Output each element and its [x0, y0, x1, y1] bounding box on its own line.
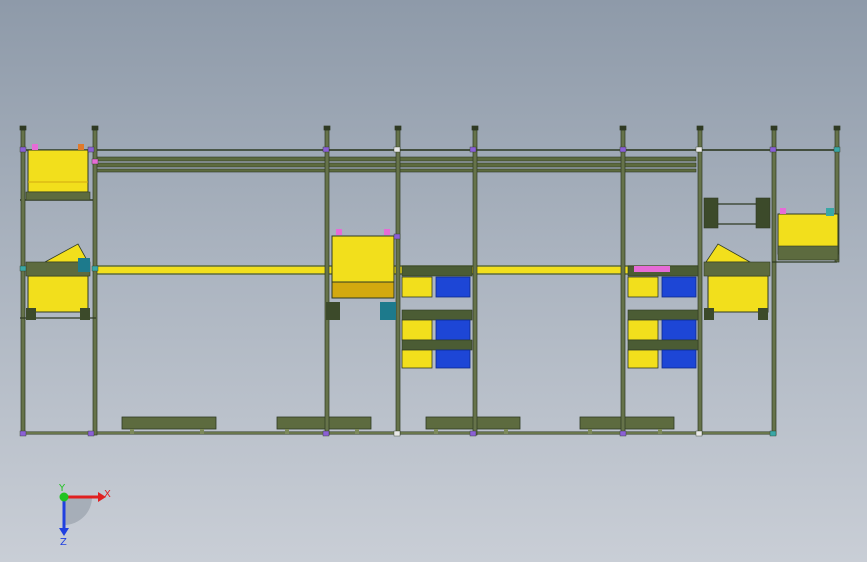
coordinate-triad-icon: X Y Z [58, 483, 111, 548]
left-top-yellow-box[interactable] [25, 144, 91, 201]
bin-stack-right[interactable] [627, 265, 699, 369]
left-mid-yellow-box[interactable] [25, 243, 91, 320]
bin-stack-center[interactable] [401, 265, 473, 369]
assembly-drawing[interactable]: X Y Z [0, 0, 867, 562]
right-side-rack [703, 197, 771, 229]
cad-viewport[interactable]: X Y Z [0, 0, 867, 562]
center-yellow-block[interactable] [326, 229, 396, 320]
z-axis-label: Z [60, 537, 67, 548]
x-axis-label: X [104, 489, 111, 500]
right-mid-yellow-box[interactable] [703, 243, 771, 320]
y-axis-label: Y [58, 483, 66, 494]
right-top-yellow-box[interactable] [777, 208, 839, 261]
top-rails [20, 149, 837, 201]
